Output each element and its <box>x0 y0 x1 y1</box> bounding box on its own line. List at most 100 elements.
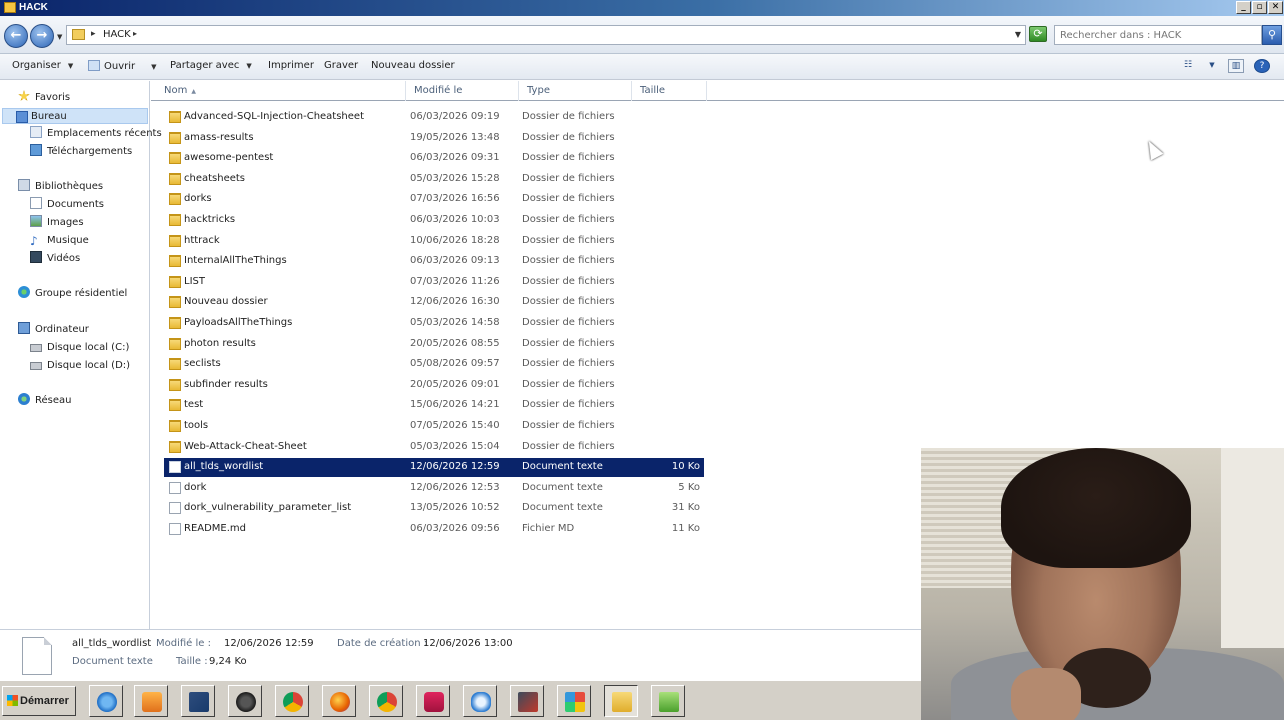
minimize-button[interactable]: _ <box>1236 1 1251 14</box>
chrome-icon[interactable] <box>369 685 403 717</box>
file-row[interactable]: InternalAllTheThings 06/03/2026 09:13 Doss… <box>164 252 704 271</box>
chevron-down-icon[interactable]: ▼ <box>1204 59 1220 73</box>
sidebar-item-documents[interactable]: Documents <box>30 197 104 213</box>
folder-icon <box>169 152 181 165</box>
sidebar-item-videos[interactable]: Vidéos <box>30 251 80 267</box>
file-row[interactable]: tools 07/05/2026 15:40 Dossier de fichiers <box>164 417 704 436</box>
organize-button[interactable]: Organiser ▼ <box>12 60 73 71</box>
column-header-size[interactable]: Taille <box>632 81 707 101</box>
column-headers: Nom ▲ Modifié le Type Taille <box>151 81 1284 101</box>
file-row[interactable]: dork 12/06/2026 12:53 Document texte 5 Ko <box>164 479 704 498</box>
internet-explorer-icon[interactable] <box>89 685 123 717</box>
sidebar-item-libraries[interactable]: Bibliothèques <box>18 179 103 195</box>
sidebar-item-images[interactable]: Images <box>30 215 84 231</box>
refresh-button[interactable]: ⟳ <box>1029 26 1047 42</box>
file-row[interactable]: dork_vulnerability_parameter_list 13/05/2… <box>164 499 704 518</box>
chevron-down-icon[interactable]: ▼ <box>1015 30 1021 39</box>
file-row[interactable]: LIST 07/03/2026 11:26 Dossier de fichiers <box>164 273 704 292</box>
chevron-right-icon[interactable]: ▸ <box>91 29 96 39</box>
window-light <box>1221 448 1284 648</box>
column-header-name[interactable]: Nom ▲ <box>156 81 406 101</box>
file-row[interactable]: Nouveau dossier 12/06/2026 16:30 Dossier d… <box>164 293 704 312</box>
details-created-value: 12/06/2026 13:00 <box>423 638 513 649</box>
open-button[interactable]: Ouvrir ▼ <box>88 60 157 72</box>
file-row[interactable]: httrack 10/06/2026 18:28 Dossier de fichie… <box>164 232 704 251</box>
start-button[interactable]: Démarrer <box>2 686 76 716</box>
chevron-down-icon[interactable]: ▼ <box>151 63 156 71</box>
open-label: Ouvrir <box>104 61 136 72</box>
media-player-icon[interactable] <box>134 685 168 717</box>
folder-icon <box>4 2 16 13</box>
history-dropdown-icon[interactable]: ▼ <box>57 33 62 41</box>
search-box[interactable] <box>1054 25 1262 45</box>
sidebar-item-disk-d[interactable]: Disque local (D:) <box>30 358 130 374</box>
breadcrumb-item-hack[interactable]: HACK <box>103 29 131 40</box>
app-icon[interactable] <box>416 685 450 717</box>
new-folder-button[interactable]: Nouveau dossier <box>371 60 455 71</box>
file-modified: 06/03/2026 09:31 <box>410 152 500 164</box>
file-name: photon results <box>184 337 256 349</box>
folder-icon <box>169 337 181 350</box>
file-row[interactable]: seclists 05/08/2026 09:57 Dossier de fichi… <box>164 355 704 374</box>
file-row[interactable]: cheatsheets 05/03/2026 15:28 Dossier de fi… <box>164 170 704 189</box>
sidebar-item-network[interactable]: Réseau <box>18 393 71 409</box>
sidebar-item-disk-c[interactable]: Disque local (C:) <box>30 340 129 356</box>
chevron-right-icon[interactable]: ▸ <box>133 29 137 38</box>
breadcrumb[interactable]: ▸ HACK ▸ ▼ <box>66 25 1026 45</box>
share-button[interactable]: Partager avec ▼ <box>170 60 252 71</box>
print-button[interactable]: Imprimer <box>268 60 314 71</box>
file-row[interactable]: subfinder results 20/05/2026 09:01 Dossier… <box>164 376 704 395</box>
firefox-icon[interactable] <box>322 685 356 717</box>
file-row[interactable]: dorks 07/03/2026 16:56 Dossier de fichiers <box>164 190 704 209</box>
folder-icon <box>169 172 181 185</box>
file-row[interactable]: Web-Attack-Cheat-Sheet 05/03/2026 15:04 Do… <box>164 438 704 457</box>
file-type: Dossier de fichiers <box>522 296 615 308</box>
file-row[interactable]: test 15/06/2026 14:21 Dossier de fichiers <box>164 396 704 415</box>
file-type: Dossier de fichiers <box>522 193 615 205</box>
file-modified: 07/05/2026 15:40 <box>410 420 500 431</box>
sidebar-item-recent[interactable]: Emplacements récents <box>30 126 162 142</box>
obs-icon[interactable] <box>228 685 262 717</box>
sidebar-item-favorites[interactable]: Favoris <box>18 90 70 106</box>
file-row[interactable]: amass-results 19/05/2026 13:48 Dossier de … <box>164 129 704 148</box>
file-name: amass-results <box>184 131 254 143</box>
folder-icon <box>169 296 181 309</box>
file-name: all_tlds_wordlist <box>184 461 264 473</box>
close-button[interactable]: ✕ <box>1268 1 1283 14</box>
images-icon <box>30 215 42 227</box>
file-row[interactable]: all_tlds_wordlist 12/06/2026 12:59 Documen… <box>164 458 704 478</box>
maximize-button[interactable]: ▫ <box>1252 1 1267 14</box>
column-header-type[interactable]: Type <box>519 81 632 101</box>
app-icon[interactable] <box>510 685 544 717</box>
sidebar-item-computer[interactable]: Ordinateur <box>18 322 89 338</box>
file-row[interactable]: awesome-pentest 06/03/2026 09:31 Dossier d… <box>164 149 704 168</box>
forward-button[interactable]: → <box>30 24 54 48</box>
file-row[interactable]: photon results 20/05/2026 08:55 Dossier de… <box>164 335 704 354</box>
search-input[interactable] <box>1055 26 1261 44</box>
app-icon[interactable] <box>557 685 591 717</box>
notepad-icon[interactable] <box>651 685 685 717</box>
file-row[interactable]: README.md 06/03/2026 09:56 Fichier MD 11 Ko <box>164 520 704 539</box>
sidebar-label: Vidéos <box>47 253 81 264</box>
chrome-icon[interactable] <box>275 685 309 717</box>
help-icon[interactable]: ? <box>1254 59 1270 73</box>
view-options-icon[interactable]: ☷ <box>1180 59 1196 73</box>
sidebar-item-downloads[interactable]: Téléchargements <box>30 144 132 160</box>
cloud-icon[interactable] <box>463 685 497 717</box>
file-row[interactable]: hacktricks 06/03/2026 10:03 Dossier de fic… <box>164 211 704 230</box>
folder-icon <box>169 358 181 371</box>
virtualbox-icon[interactable] <box>181 685 215 717</box>
burn-button[interactable]: Graver <box>324 60 358 71</box>
file-row[interactable]: PayloadsAllTheThings 05/03/2026 14:58 Doss… <box>164 314 704 333</box>
sidebar-item-homegroup[interactable]: Groupe résidentiel <box>18 286 127 302</box>
back-button[interactable]: ← <box>4 24 28 48</box>
sidebar-item-music[interactable]: ♪ Musique <box>30 233 89 249</box>
window-titlebar: HACK _ ▫ ✕ <box>0 0 1284 16</box>
file-name: Web-Attack-Cheat-Sheet <box>184 440 307 452</box>
file-explorer-icon[interactable] <box>604 685 638 717</box>
column-header-modified[interactable]: Modifié le <box>406 81 519 101</box>
preview-pane-icon[interactable]: ▥ <box>1228 59 1244 73</box>
sidebar-item-desktop[interactable]: Bureau <box>2 108 148 124</box>
search-icon[interactable]: ⚲ <box>1262 25 1282 45</box>
file-row[interactable]: Advanced-SQL-Injection-Cheatsheet 06/03/2… <box>164 108 704 127</box>
